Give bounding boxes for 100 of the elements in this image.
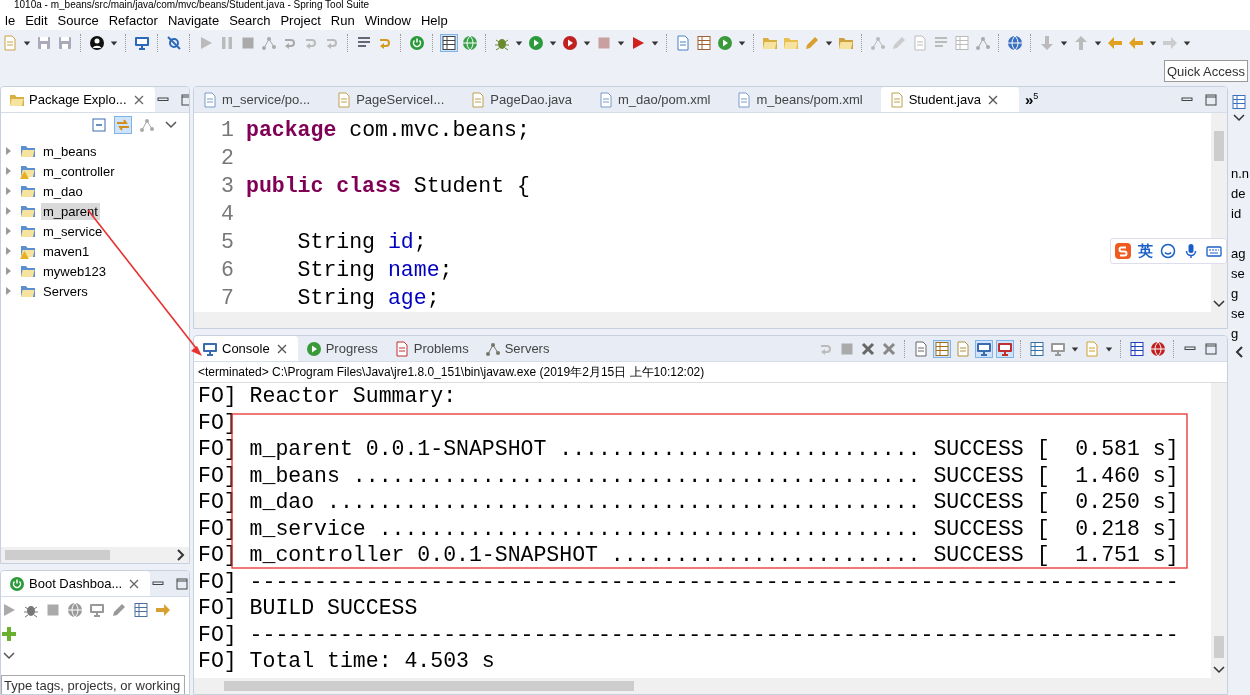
menu-item[interactable]: Run (325, 12, 360, 28)
run-icon[interactable] (717, 35, 733, 51)
view-tab[interactable]: Servers (476, 336, 558, 361)
keyboard-icon[interactable] (1206, 243, 1222, 259)
menu-item[interactable]: Search (224, 12, 276, 28)
outline-item[interactable]: g (1231, 324, 1239, 344)
monitor-icon[interactable] (89, 602, 105, 618)
nodes-icon[interactable] (975, 35, 991, 51)
filter-field[interactable]: Type tags, projects, or working (1, 675, 185, 694)
doc-icon[interactable] (955, 340, 971, 357)
editor-tab[interactable]: PageServiceI... (328, 87, 463, 112)
outline-item[interactable]: se (1231, 304, 1245, 324)
person-icon[interactable] (89, 35, 105, 51)
menu-item[interactable]: le (0, 12, 21, 28)
stop-icon[interactable] (45, 602, 61, 618)
maximize-icon[interactable] (1203, 91, 1219, 108)
monitor-icon[interactable] (1050, 340, 1066, 357)
menu-item[interactable]: Window (359, 12, 416, 28)
outline-item[interactable]: n.n (1231, 164, 1250, 184)
scrollbar-thumb[interactable] (5, 550, 110, 560)
outline-item[interactable]: id (1231, 204, 1242, 224)
grid-icon[interactable] (696, 35, 712, 51)
outline-icon[interactable] (1231, 94, 1247, 110)
scrollbar-thumb[interactable] (1214, 131, 1224, 161)
view-tab[interactable]: Console (194, 336, 298, 361)
grid-icon[interactable] (1129, 340, 1145, 357)
menu-item[interactable]: Project (275, 12, 326, 28)
grid-icon[interactable] (934, 340, 950, 357)
run-icon[interactable] (562, 35, 578, 51)
link-icon[interactable] (115, 117, 131, 133)
grid-icon[interactable] (1029, 340, 1045, 357)
panel-tab[interactable]: Package Explo... (1, 87, 155, 112)
tree-item[interactable]: m_beans (41, 142, 99, 160)
save-icon[interactable] (57, 35, 73, 51)
editor-tab[interactable]: PageDao.java (462, 87, 590, 112)
quick-access-field[interactable]: Quick Access (1164, 60, 1248, 82)
horizontal-scrollbar[interactable] (194, 312, 1227, 328)
tree-item[interactable]: m_parent (41, 202, 100, 220)
microphone-icon[interactable] (1183, 243, 1199, 259)
nodes-icon[interactable] (870, 35, 886, 51)
arrow-right-icon[interactable] (155, 602, 171, 618)
monitor-icon[interactable] (997, 340, 1013, 357)
grid-icon[interactable] (133, 602, 149, 618)
menu-item[interactable]: Edit (20, 12, 53, 28)
tree-item[interactable]: Servers (41, 282, 90, 300)
run-icon[interactable] (528, 35, 544, 51)
folder-icon[interactable] (762, 35, 778, 51)
menu-item[interactable]: Refactor (103, 12, 163, 28)
editor-tab[interactable]: Student.java (880, 87, 1019, 112)
doc-icon[interactable] (913, 340, 929, 357)
play-icon[interactable] (1, 602, 17, 618)
save-icon[interactable] (36, 35, 52, 51)
pencil-icon[interactable] (804, 35, 820, 51)
menu-item[interactable]: Navigate (162, 12, 225, 28)
tree-item[interactable]: m_service (41, 222, 105, 240)
editor-tab[interactable]: m_beans/pom.xml (728, 87, 881, 112)
folder-icon[interactable] (838, 35, 854, 51)
tree-item[interactable]: m_dao (41, 182, 85, 200)
menu-item[interactable]: Source (52, 12, 104, 28)
doc-icon[interactable] (675, 35, 691, 51)
x-icon[interactable] (881, 340, 897, 357)
maximize-icon[interactable] (174, 575, 189, 592)
nodes-icon[interactable] (261, 35, 277, 51)
tree-item[interactable]: m_controller (41, 162, 117, 180)
globe-icon[interactable] (462, 35, 478, 51)
tree-item[interactable]: myweb123 (41, 262, 108, 280)
input-mode-indicator[interactable]: 英 (1138, 241, 1153, 261)
grid-icon[interactable] (441, 35, 457, 51)
monitor-icon[interactable] (976, 340, 992, 357)
nodes-icon[interactable] (139, 117, 155, 133)
view-tab[interactable]: Problems (385, 336, 477, 361)
outline-item[interactable]: de (1231, 184, 1246, 204)
scrollbar-thumb[interactable] (224, 681, 634, 691)
outline-item[interactable]: se (1231, 264, 1245, 284)
add-icon[interactable] (1, 626, 17, 642)
power-icon[interactable] (409, 35, 425, 51)
view-tab[interactable]: Progress (297, 336, 386, 361)
outline-item[interactable]: ag (1231, 244, 1246, 264)
stop-icon[interactable] (596, 35, 612, 51)
stop-icon[interactable] (240, 35, 256, 51)
scrollbar-thumb[interactable] (1214, 636, 1224, 658)
input-method-logo-icon[interactable] (1115, 243, 1131, 259)
x-icon[interactable] (860, 340, 876, 357)
editor-tab[interactable]: m_service/po... (194, 87, 329, 112)
globe-icon[interactable] (67, 602, 83, 618)
editor-tab[interactable]: m_dao/pom.xml (590, 87, 729, 112)
panel-tab[interactable]: Boot Dashboa... (1, 571, 151, 596)
menu-item[interactable]: Help (415, 12, 453, 28)
doc-icon[interactable] (1084, 340, 1100, 357)
globe-icon[interactable] (1007, 35, 1023, 51)
monitor-icon[interactable] (134, 35, 150, 51)
arrow-left-icon[interactable] (1128, 35, 1144, 51)
doc-icon[interactable] (2, 35, 18, 51)
play-icon[interactable] (630, 35, 646, 51)
emoji-icon[interactable] (1160, 243, 1176, 259)
arrow-left-icon[interactable] (1107, 35, 1123, 51)
tree-item[interactable]: maven1 (41, 242, 92, 260)
collapse-all-icon[interactable] (91, 117, 107, 133)
outline-item[interactable]: g (1231, 284, 1239, 304)
slash-icon[interactable] (166, 35, 182, 51)
